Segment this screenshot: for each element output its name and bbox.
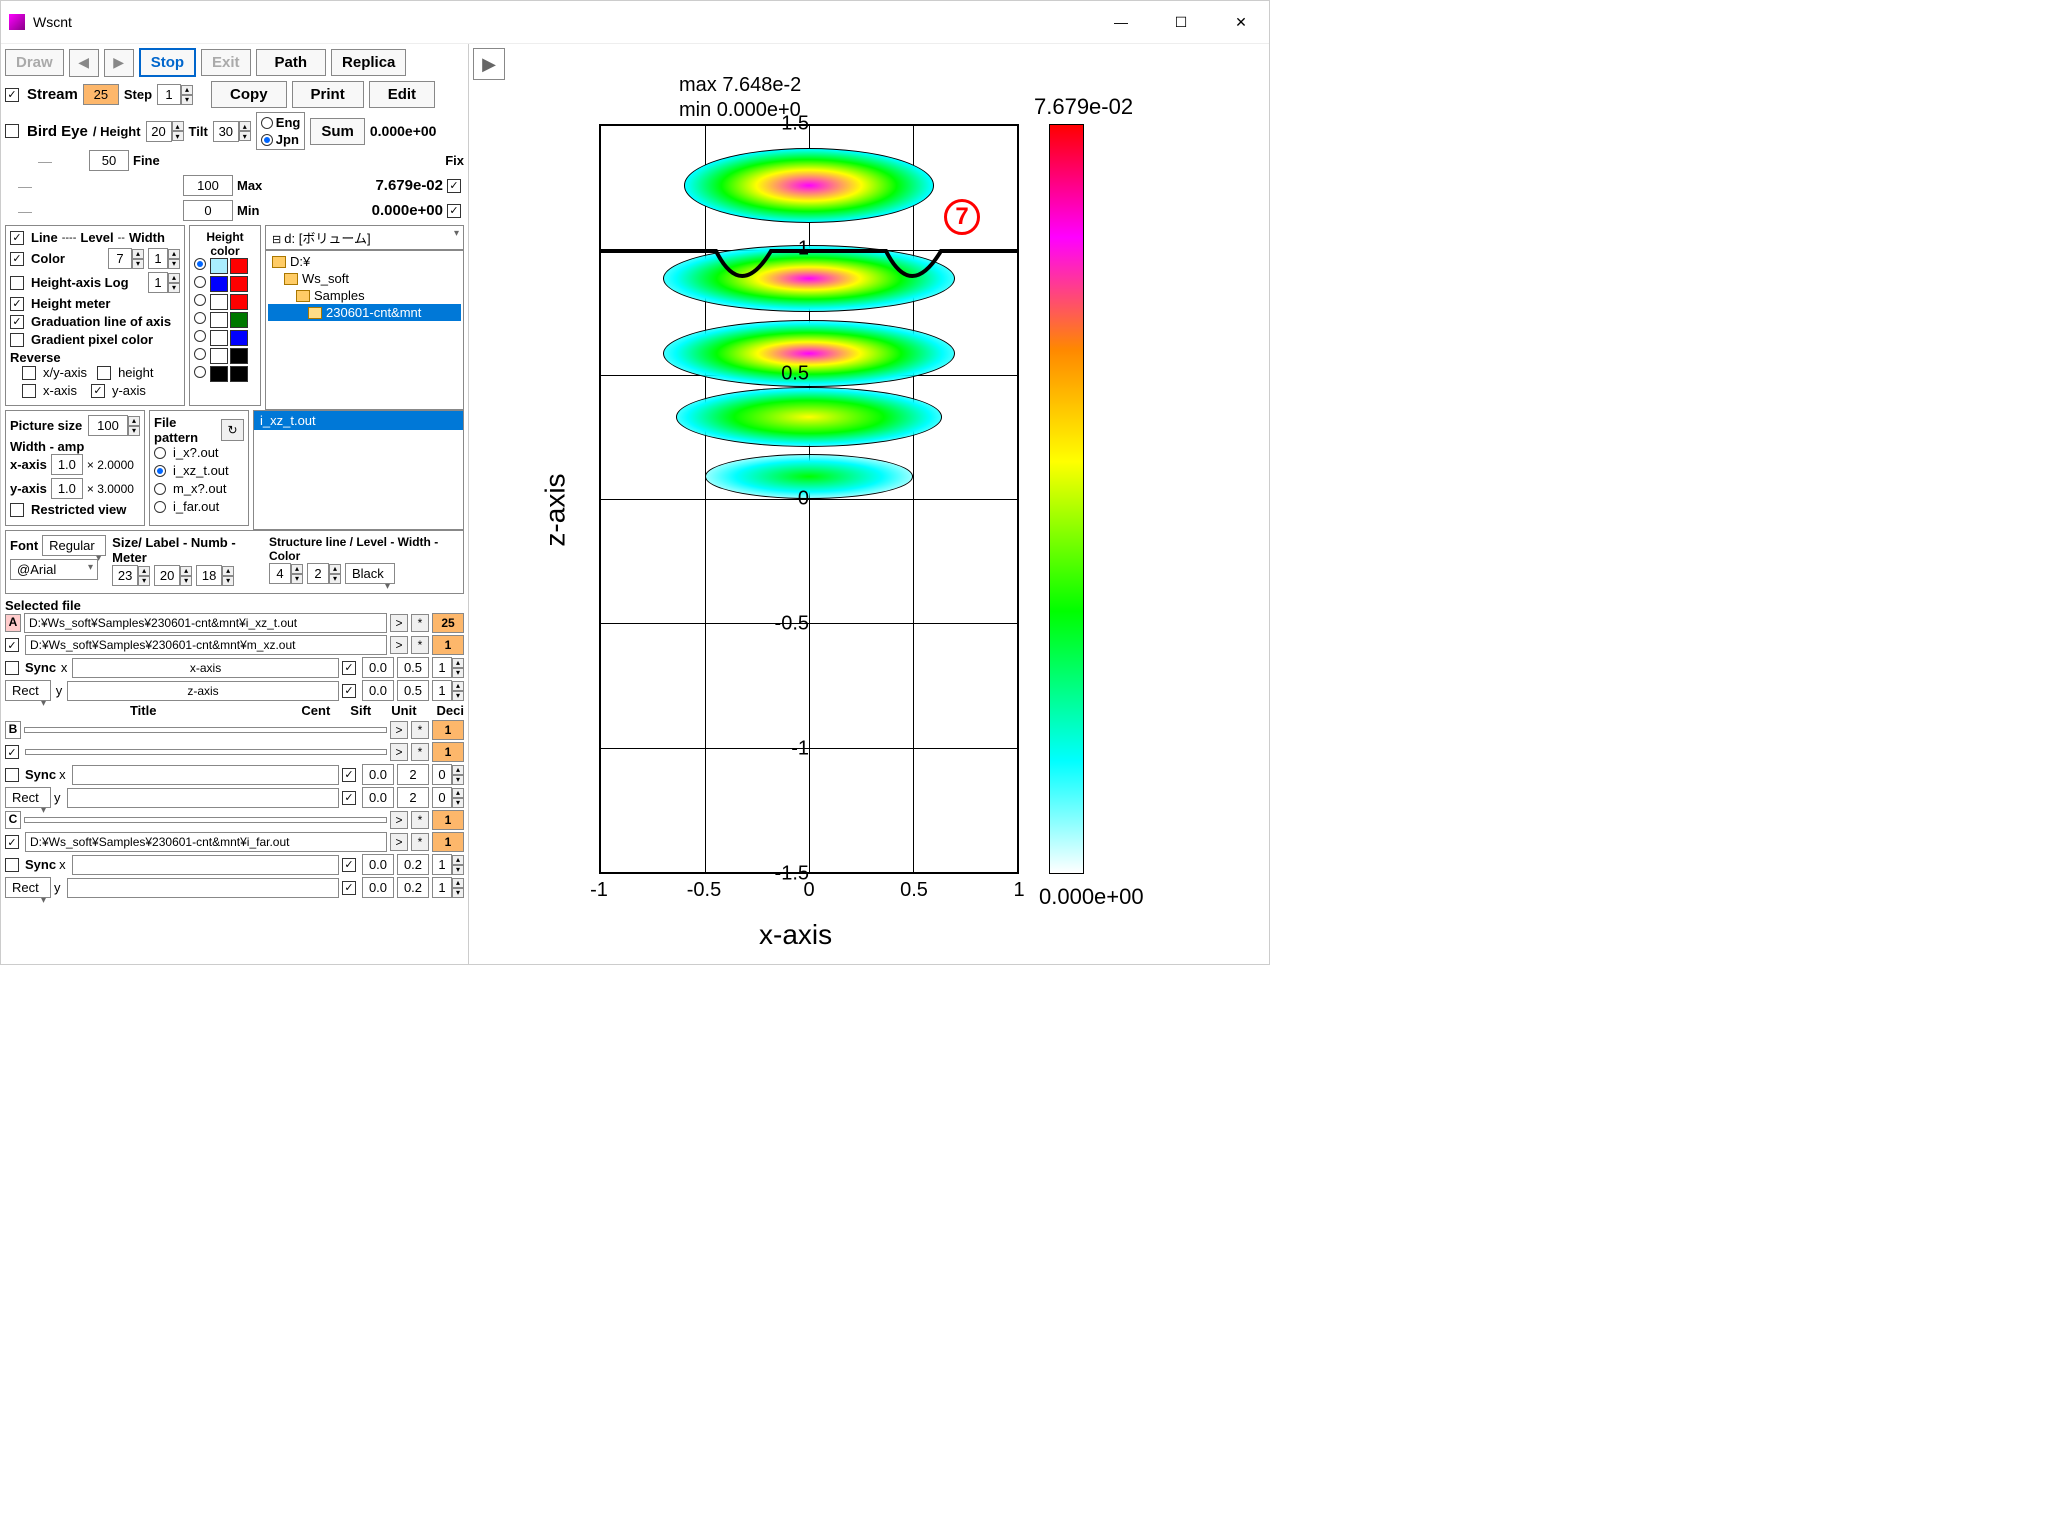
birdeye-checkbox[interactable] [5,124,19,138]
min-num-input[interactable] [183,200,233,221]
step-down[interactable]: ▾ [181,95,193,105]
close-button[interactable]: ✕ [1221,7,1261,37]
window-title: Wscnt [33,14,1101,30]
file-item-selected[interactable]: i_xz_t.out [254,411,463,430]
line-checkbox[interactable] [10,231,24,245]
jpn-radio[interactable] [261,134,273,146]
y-axis-label: z-axis [540,473,572,546]
tilt-label: Tilt [189,124,208,139]
folder-samples[interactable]: Samples [268,287,461,304]
next-button[interactable]: ▶ [104,49,134,77]
app-window: Wscnt — ☐ ✕ Draw ◀ ▶ Stop Exit Path Repl… [0,0,1270,965]
folder-root[interactable]: D:¥ [268,253,461,270]
chart-max-label: max 7.648e-2 [679,74,801,97]
fix-label: Fix [445,153,464,168]
sum-value: 0.000e+00 [370,123,437,139]
file-list[interactable]: i_xz_t.out [253,410,464,530]
stream-input[interactable] [83,84,119,105]
refresh-button[interactable]: ↻ [221,419,244,441]
fine-input[interactable] [89,150,129,171]
gradpixel-checkbox[interactable] [10,333,24,347]
eng-radio[interactable] [261,117,273,129]
exit-button[interactable]: Exit [201,49,251,76]
folder-wssoft[interactable]: Ws_soft [268,270,461,287]
app-icon [9,14,25,30]
fix-max-checkbox[interactable] [447,179,461,193]
fix-min-checkbox[interactable] [447,204,461,218]
file-slot-A: A [5,614,21,632]
prev-button[interactable]: ◀ [69,49,99,77]
minimize-button[interactable]: — [1101,7,1141,37]
titlebar: Wscnt — ☐ ✕ [1,1,1269,44]
structure-line [601,126,1017,872]
font-style-dropdown[interactable]: Regular [42,535,106,556]
stream-label: Stream [27,86,78,103]
maximize-button[interactable]: ☐ [1161,7,1201,37]
heightmeter-checkbox[interactable] [10,297,24,311]
plot-panel: ▶ 7 max 7.648e-2 min 0.000e+0 [469,44,1269,964]
gradline-checkbox[interactable] [10,315,24,329]
drive-dropdown[interactable]: ⊟ d: [ボリューム] [265,225,464,250]
birdeye-label: Bird Eye [27,123,88,140]
draw-button[interactable]: Draw [5,49,64,76]
path-button[interactable]: Path [256,49,327,76]
step-up[interactable]: ▴ [181,85,193,95]
colorbar [1049,124,1084,874]
tilt-input[interactable] [213,121,239,142]
step-input[interactable] [157,84,181,105]
fine-label: Fine [133,153,160,168]
max-value: 7.679e-02 [266,177,443,194]
stream-checkbox[interactable] [5,88,19,102]
height-label: / Height [93,124,141,139]
copy-button[interactable]: Copy [211,81,287,108]
height-color-grid [194,258,256,382]
colorbar-max: 7.679e-02 [1034,94,1133,120]
folder-tree[interactable]: D:¥ Ws_soft Samples 230601-cnt&mnt [265,250,464,410]
x-axis-label: x-axis [759,919,832,951]
height-color-title: Height color [194,230,256,258]
print-button[interactable]: Print [292,81,364,108]
min-value: 0.000e+00 [263,202,443,219]
max-num-input[interactable] [183,175,233,196]
chart: max 7.648e-2 min 0.000e+0 [479,54,1239,954]
sum-button[interactable]: Sum [310,118,365,145]
min-label: Min [237,203,259,218]
height-input[interactable] [146,121,172,142]
stop-button[interactable]: Stop [139,48,196,77]
color-checkbox[interactable] [10,252,24,266]
colorbar-min: 0.000e+00 [1039,884,1144,910]
folder-selected[interactable]: 230601-cnt&mnt [268,304,461,321]
max-label: Max [237,178,262,193]
font-family-dropdown[interactable]: @Arial [10,559,98,580]
control-panel: Draw ◀ ▶ Stop Exit Path Replica Stream S… [1,44,469,964]
replica-button[interactable]: Replica [331,49,406,76]
edit-button[interactable]: Edit [369,81,435,108]
plot-box [599,124,1019,874]
step-label: Step [124,87,152,102]
heightlog-checkbox[interactable] [10,276,24,290]
